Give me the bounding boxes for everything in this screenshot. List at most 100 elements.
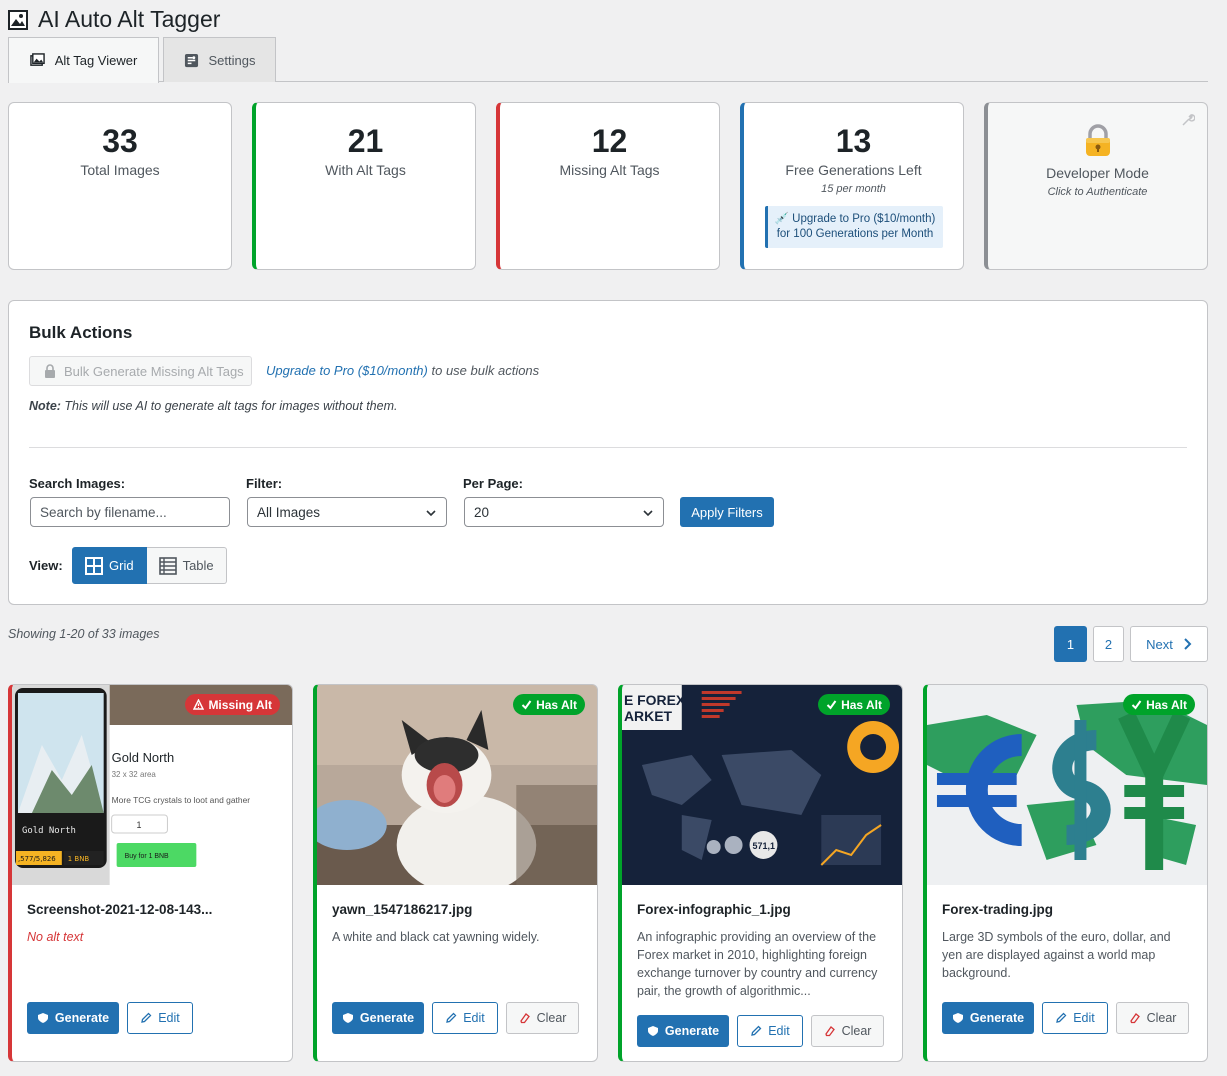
badge-label: Has Alt	[1146, 697, 1187, 712]
bulk-note: Note: This will use AI to generate alt t…	[29, 399, 397, 413]
button-label: Clear	[536, 1011, 567, 1025]
stat-label: Total Images	[80, 162, 160, 178]
edit-button[interactable]: Edit	[127, 1002, 193, 1034]
button-label: Edit	[1073, 1011, 1095, 1025]
pencil-icon	[141, 1012, 152, 1023]
search-input[interactable]	[30, 497, 230, 527]
generate-button[interactable]: Generate	[637, 1015, 729, 1047]
button-label: Edit	[158, 1011, 180, 1025]
status-badge: Has Alt	[818, 694, 890, 715]
upgrade-suffix: to use bulk actions	[427, 363, 540, 378]
edit-button[interactable]: Edit	[432, 1002, 498, 1034]
generate-button[interactable]: Generate	[942, 1002, 1034, 1034]
tab-bar: Alt Tag Viewer Settings	[8, 37, 1208, 83]
tab-settings[interactable]: Settings	[163, 37, 276, 82]
thumb-title: Gold North	[112, 750, 175, 765]
page-1-button[interactable]: 1	[1054, 626, 1087, 662]
thumb-line: ARKET	[624, 708, 672, 724]
stat-sublabel: 15 per month	[821, 183, 886, 195]
currency-symbols-photo	[927, 685, 1207, 885]
divider	[29, 447, 1187, 448]
alt-text: An infographic providing an overview of …	[637, 930, 878, 998]
thumb-size: 32 x 32 area	[112, 770, 157, 779]
eraser-icon	[519, 1013, 530, 1024]
image-thumbnail[interactable]	[927, 685, 1207, 885]
check-icon	[1131, 700, 1142, 710]
image-filename: yawn_1547186217.jpg	[332, 902, 473, 917]
stat-label: With Alt Tags	[325, 162, 406, 178]
image-card: Has Alt Forex-trading.jpg Large 3D symbo…	[923, 684, 1208, 1062]
next-page-button[interactable]: Next	[1130, 626, 1208, 662]
pencil-icon	[751, 1025, 762, 1036]
edit-button[interactable]: Edit	[737, 1015, 803, 1047]
generate-button[interactable]: Generate	[27, 1002, 119, 1034]
bulk-upgrade-note: Upgrade to Pro ($10/month) to use bulk a…	[266, 363, 539, 378]
table-view-button[interactable]: Table	[146, 547, 227, 584]
badge-label: Has Alt	[841, 697, 882, 712]
badge-label: Has Alt	[536, 697, 577, 712]
button-label: Generate	[54, 1011, 110, 1025]
section-heading: Bulk Actions	[29, 323, 133, 342]
image-icon	[8, 9, 28, 30]
button-label: Bulk Generate Missing Alt Tags	[64, 363, 244, 379]
image-card: Has Alt yawn_1547186217.jpg A white and …	[313, 684, 598, 1062]
pencil-icon	[446, 1012, 457, 1023]
view-label: View:	[29, 558, 63, 573]
table-icon	[158, 556, 177, 575]
apply-filters-button[interactable]: Apply Filters	[680, 497, 774, 527]
alt-text: Large 3D symbols of the euro, dollar, an…	[942, 930, 1171, 980]
generate-button[interactable]: Generate	[332, 1002, 424, 1034]
showing-count: Showing 1-20 of 33 images	[8, 627, 160, 641]
image-thumbnail[interactable]: E FOREX ARKET 571,1	[622, 685, 902, 885]
image-thumbnail[interactable]: Gold North ,577/5,826 1 BNB Gold North 3…	[12, 685, 292, 885]
select-value: All Images	[257, 504, 321, 520]
bulk-generate-button[interactable]: Bulk Generate Missing Alt Tags	[29, 356, 252, 386]
status-badge: Missing Alt	[185, 694, 280, 715]
edit-button[interactable]: Edit	[1042, 1002, 1108, 1034]
per-page-select[interactable]: 20	[464, 497, 664, 527]
pencil-icon	[1056, 1012, 1067, 1023]
tab-label: Alt Tag Viewer	[54, 53, 138, 68]
developer-mode-card[interactable]: Developer Mode Click to Authenticate	[984, 102, 1208, 270]
stat-label: Free Generations Left	[785, 162, 922, 178]
page-2-button[interactable]: 2	[1093, 626, 1124, 662]
chevron-down-icon	[643, 510, 653, 517]
thumb-buy: Buy for 1 BNB	[125, 853, 169, 860]
eraser-icon	[1129, 1013, 1140, 1024]
clear-button[interactable]: Clear	[506, 1002, 579, 1034]
stat-value: 33	[102, 123, 138, 159]
image-filename: Forex-infographic_1.jpg	[637, 902, 791, 917]
page-title: AI Auto Alt Tagger	[38, 6, 221, 32]
note-label: Note:	[29, 399, 61, 413]
stat-value: 13	[835, 123, 872, 159]
settings-icon	[184, 53, 198, 67]
select-value: 20	[474, 504, 490, 520]
tab-alt-tag-viewer[interactable]: Alt Tag Viewer	[8, 37, 159, 83]
filter-label: Filter:	[246, 476, 283, 491]
app-header: AI Auto Alt Tagger	[8, 6, 220, 33]
status-badge: Has Alt	[513, 694, 585, 715]
stat-sublabel: Click to Authenticate	[1047, 186, 1148, 198]
screenshot-thumbnail: Gold North ,577/5,826 1 BNB Gold North 3…	[12, 685, 292, 885]
thumb-num: 571,1	[753, 841, 775, 851]
stat-missing-alt-tags: 12 Missing Alt Tags	[496, 102, 720, 270]
cat-photo	[317, 685, 597, 885]
wrench-icon	[1182, 114, 1195, 126]
grid-view-button[interactable]: Grid	[72, 547, 147, 584]
image-thumbnail[interactable]	[317, 685, 597, 885]
upgrade-pro-link[interactable]: 💉 Upgrade to Pro ($10/month) for 100 Gen…	[764, 206, 943, 248]
shield-icon	[37, 1013, 48, 1023]
filter-select[interactable]: All Images	[247, 497, 447, 527]
clear-button[interactable]: Clear	[811, 1015, 884, 1047]
thumb-card-name: Gold North	[22, 826, 76, 836]
tab-label: Settings	[208, 52, 256, 68]
button-label: Grid	[109, 558, 134, 573]
image-card: E FOREX ARKET 571,1 Has Alt Forex-infogr…	[618, 684, 903, 1062]
upgrade-link[interactable]: Upgrade to Pro ($10/month)	[266, 363, 428, 378]
warning-icon	[193, 699, 205, 710]
thumb-line: E FOREX	[624, 692, 686, 708]
image-filename: Forex-trading.jpg	[942, 902, 1053, 917]
stat-value: 12	[591, 123, 628, 159]
button-label: Generate	[359, 1011, 415, 1025]
clear-button[interactable]: Clear	[1116, 1002, 1189, 1034]
